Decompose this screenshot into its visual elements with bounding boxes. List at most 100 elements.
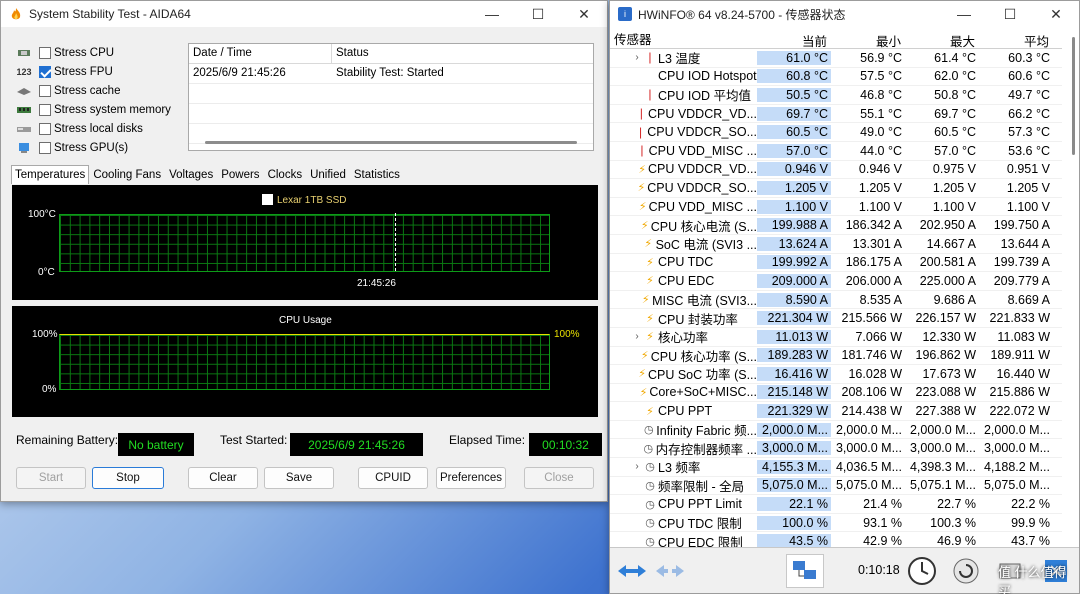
sensor-vertical-scrollbar[interactable] xyxy=(1072,37,1075,155)
tab-statistics[interactable]: Statistics xyxy=(350,165,404,184)
reset-icon[interactable] xyxy=(948,554,984,588)
arrows-left-right-icon[interactable] xyxy=(614,554,650,588)
sensor-max-value: 0.975 V xyxy=(932,162,976,177)
tab-voltages[interactable]: Voltages xyxy=(165,165,217,184)
close-window-button[interactable]: ✕ xyxy=(561,1,607,27)
save-button[interactable]: Save xyxy=(264,467,334,489)
stress-cache-option[interactable]: Stress cache xyxy=(15,81,171,100)
header-sensor[interactable]: 传感器 xyxy=(610,29,757,48)
log-header-status[interactable]: Status xyxy=(332,44,593,63)
start-button[interactable]: Start xyxy=(16,467,86,489)
sensor-min-value: 93.1 % xyxy=(863,515,902,530)
maximize-button[interactable]: ☐ xyxy=(515,1,561,27)
table-row[interactable]: ❘ CPU VDDCR_VD... 69.7 °C 55.1 °C 69.7 °C 66.… xyxy=(610,105,1062,124)
header-max[interactable]: 最大 xyxy=(905,29,979,48)
stress-gpu-checkbox[interactable] xyxy=(39,141,51,154)
clear-button[interactable]: Clear xyxy=(188,467,258,489)
legend-checkbox[interactable] xyxy=(262,194,273,205)
temperature-legend[interactable]: Lexar 1TB SSD xyxy=(262,194,346,206)
log-header-datetime[interactable]: Date / Time xyxy=(189,44,332,63)
lightning-icon: ⚡ xyxy=(646,275,654,288)
header-min[interactable]: 最小 xyxy=(831,29,905,48)
table-row[interactable]: › ◷ L3 频率 4,155.3 M... 4,036.5 M... 4,398.3 M… xyxy=(610,458,1062,477)
table-row[interactable]: ⚡ CPU TDC 199.992 A 186.175 A 200.581 A 199.7… xyxy=(610,254,1062,273)
table-row[interactable]: ⚡ CPU 核心功率 (S... 189.283 W 181.746 W 196.862… xyxy=(610,347,1062,366)
tab-cooling-fans[interactable]: Cooling Fans xyxy=(89,165,165,184)
stress-fpu-option[interactable]: 123 Stress FPU xyxy=(15,62,171,81)
close-button[interactable]: Close xyxy=(524,467,594,489)
table-row[interactable]: ❘ CPU VDD_MISC ... 57.0 °C 44.0 °C 57.0 °C 53… xyxy=(610,142,1062,161)
sensor-avg-value: 60.3 °C xyxy=(1008,50,1050,65)
table-row[interactable]: 2025/6/9 21:45:26 Stability Test: Starte… xyxy=(189,64,593,84)
table-row[interactable]: ◷ 频率限制 - 全局 5,075.0 M... 5,075.0 M... 5,075.… xyxy=(610,477,1062,496)
table-row[interactable]: ⚡ CPU SoC 功率 (S... 16.416 W 16.028 W 17.673 … xyxy=(610,365,1062,384)
stress-cache-checkbox[interactable] xyxy=(39,84,51,97)
log-horizontal-scrollbar[interactable] xyxy=(205,141,577,144)
lightning-icon: ⚡ xyxy=(640,219,649,232)
sensor-max-value: 202.950 A xyxy=(919,218,976,233)
table-row[interactable]: ⚡ CPU 核心电流 (S... 199.988 A 186.342 A 202.950… xyxy=(610,216,1062,235)
stop-button[interactable]: Stop xyxy=(92,467,164,489)
sensor-avg-value: 2,000.0 M... xyxy=(983,422,1050,437)
tab-temperatures[interactable]: Temperatures xyxy=(11,165,90,184)
table-row[interactable]: ⚡ CPU VDD_MISC ... 1.100 V 1.100 V 1.100 V 1.… xyxy=(610,198,1062,217)
table-row[interactable]: ◷ 内存控制器频率 ... 3,000.0 M... 3,000.0 M... 3,00… xyxy=(610,439,1062,459)
minimize-button[interactable]: — xyxy=(469,1,515,27)
sensor-min-value: 7.066 W xyxy=(855,329,902,344)
stress-memory-checkbox[interactable] xyxy=(39,103,51,116)
sensor-name: CPU VDD_MISC ... xyxy=(648,143,757,158)
table-row[interactable]: ⚡ CPU PPT 221.329 W 214.438 W 227.388 W 222.0… xyxy=(610,402,1062,421)
table-row[interactable]: ❘ CPU IOD 平均值 50.5 °C 46.8 °C 50.8 °C 49.7 °C xyxy=(610,86,1062,105)
expand-chevron-icon[interactable]: › xyxy=(632,461,642,472)
table-row[interactable]: ⚡ CPU VDDCR_SO... 1.205 V 1.205 V 1.205 V 1.2… xyxy=(610,179,1062,198)
stress-cpu-checkbox[interactable] xyxy=(39,46,51,59)
table-row[interactable]: ⚡ CPU 封装功率 221.304 W 215.566 W 226.157 W 221.… xyxy=(610,309,1062,328)
thermometer-icon: ❘ xyxy=(645,89,655,102)
table-row[interactable]: ❘ CPU VDDCR_SO... 60.5 °C 49.0 °C 60.5 °C 57.… xyxy=(610,123,1062,142)
table-row[interactable]: › ⚡ 核心功率 11.013 W 7.066 W 12.330 W 11.083 W xyxy=(610,328,1062,347)
stress-disks-option[interactable]: Stress local disks xyxy=(15,119,171,138)
tab-powers[interactable]: Powers xyxy=(217,165,263,184)
minimize-button[interactable]: — xyxy=(941,1,987,27)
aida64-titlebar[interactable]: System Stability Test - AIDA64 — ☐ ✕ xyxy=(1,1,607,27)
header-current[interactable]: 当前 xyxy=(757,29,831,48)
stress-memory-option[interactable]: Stress system memory xyxy=(15,100,171,119)
table-row[interactable]: ◷ CPU PPT Limit 22.1 % 21.4 % 22.7 % 22.2 % xyxy=(610,495,1062,514)
header-avg[interactable]: 平均 xyxy=(979,29,1053,48)
arrows-collapse-icon[interactable] xyxy=(652,554,688,588)
stress-gpu-option[interactable]: Stress GPU(s) xyxy=(15,138,171,157)
expand-chevron-icon[interactable]: › xyxy=(632,331,642,342)
hwinfo-window: i HWiNFO® 64 v8.24-5700 - 传感器状态 — ☐ ✕ 传感… xyxy=(609,0,1080,594)
sensor-current-value: 5,075.0 M... xyxy=(757,478,831,493)
table-row[interactable]: ⚡ CPU EDC 209.000 A 206.000 A 225.000 A 209.7… xyxy=(610,272,1062,291)
stability-log-table[interactable]: Date / Time Status 2025/6/9 21:45:26 Sta… xyxy=(188,43,594,151)
sensor-table[interactable]: 传感器 当前 最小 最大 平均 › ❘ L3 温度 61.0 °C 56.9 °C 61.… xyxy=(610,29,1062,552)
table-row[interactable]: › ❘ L3 温度 61.0 °C 56.9 °C 61.4 °C 60.3 °C xyxy=(610,49,1062,68)
elapsed-time-display: 0:10:18 xyxy=(858,563,900,577)
table-row[interactable]: ⚡ Core+SoC+MISC... 215.148 W 208.106 W 223.0… xyxy=(610,384,1062,403)
clock-icon[interactable] xyxy=(904,554,940,588)
table-row[interactable]: ⚡ SoC 电流 (SVI3 ... 13.624 A 13.301 A 14.667 … xyxy=(610,235,1062,254)
network-computers-icon[interactable] xyxy=(786,554,824,588)
sensor-min-value: 56.9 °C xyxy=(860,50,902,65)
maximize-button[interactable]: ☐ xyxy=(987,1,1033,27)
table-row[interactable]: ⚡ CPU VDDCR_VD... 0.946 V 0.946 V 0.975 V 0.9… xyxy=(610,161,1062,180)
close-window-button[interactable]: ✕ xyxy=(1033,1,1079,27)
stress-disks-checkbox[interactable] xyxy=(39,122,51,135)
stress-fpu-checkbox[interactable] xyxy=(39,65,51,78)
cpuid-button[interactable]: CPUID xyxy=(358,467,428,489)
table-row[interactable]: ◷ Infinity Fabric 频... 2,000.0 M... 2,000.0… xyxy=(610,421,1062,440)
stress-cpu-option[interactable]: Stress CPU xyxy=(15,43,171,62)
sensor-max-value: 57.0 °C xyxy=(934,143,976,158)
expand-chevron-icon[interactable]: › xyxy=(632,52,642,63)
sensor-avg-value: 215.886 W xyxy=(989,385,1050,400)
table-row[interactable]: ⚡ MISC 电流 (SVI3... 8.590 A 8.535 A 9.686 A 8.… xyxy=(610,291,1062,310)
tab-unified[interactable]: Unified xyxy=(306,165,350,184)
table-row[interactable]: CPU IOD Hotspot 60.8 °C 57.5 °C 62.0 °C 60.6… xyxy=(610,68,1062,87)
sensor-max-value: 200.581 A xyxy=(919,255,976,270)
cpu-y-min: 0% xyxy=(42,384,57,395)
hwinfo-titlebar[interactable]: i HWiNFO® 64 v8.24-5700 - 传感器状态 — ☐ ✕ xyxy=(610,1,1079,27)
tab-clocks[interactable]: Clocks xyxy=(264,165,307,184)
preferences-button[interactable]: Preferences xyxy=(436,467,506,489)
table-row[interactable]: ◷ CPU TDC 限制 100.0 % 93.1 % 100.3 % 99.9 % xyxy=(610,514,1062,533)
